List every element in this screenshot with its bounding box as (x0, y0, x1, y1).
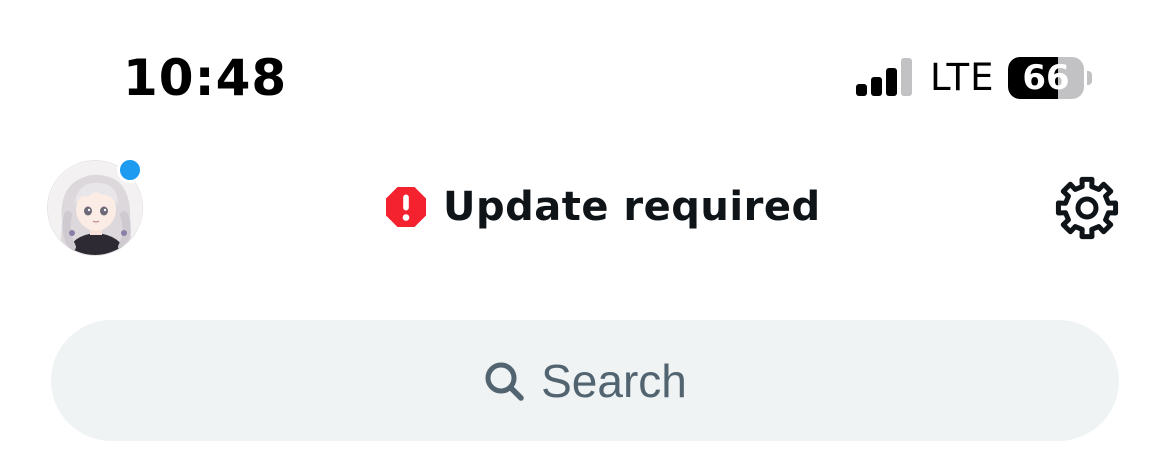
network-type: LTE (930, 56, 995, 99)
signal-bar-1 (856, 84, 867, 96)
battery-cap (1087, 71, 1092, 85)
battery-level: 66 (1022, 58, 1070, 98)
notification-dot (117, 157, 143, 183)
header-title-group: Update required (385, 182, 821, 232)
search-icon (485, 362, 524, 401)
signal-bar-3 (886, 68, 897, 96)
signal-bar-4 (901, 58, 912, 96)
battery-body: 66 (1008, 57, 1084, 99)
search-field[interactable]: Search (51, 320, 1119, 441)
settings-button[interactable] (1054, 175, 1120, 241)
app-screen: 10:48 LTE 66 Update required Search (0, 0, 1170, 461)
exclamation-octagon-icon (386, 187, 426, 227)
search-placeholder: Search (541, 354, 687, 407)
cellular-signal-icon (856, 58, 912, 96)
page-title: Update required (443, 184, 821, 230)
status-time: 10:48 (123, 49, 288, 107)
battery-indicator: 66 (1008, 57, 1092, 101)
gear-icon (1055, 176, 1119, 240)
signal-bar-2 (871, 77, 882, 96)
